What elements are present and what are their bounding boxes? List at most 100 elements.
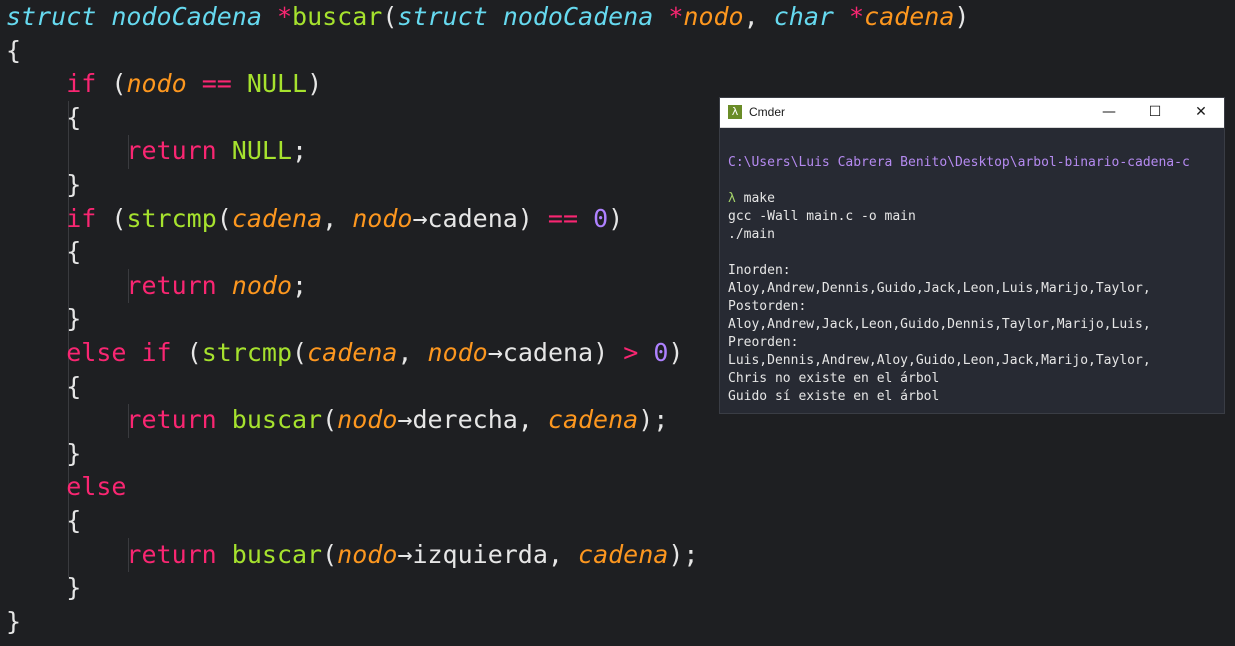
- code-token: 0: [593, 203, 609, 233]
- code-token: NULL: [246, 69, 308, 99]
- code-token: 0: [653, 338, 669, 367]
- code-token: {: [6, 371, 82, 401]
- window-title: Cmder: [749, 105, 786, 119]
- output-line: Luis,Dennis,Andrew,Aloy,Guido,Leon,Jack,…: [728, 353, 1151, 368]
- code-token: if: [141, 338, 172, 367]
- code-token: ,: [322, 203, 353, 233]
- code-line: }: [6, 571, 81, 605]
- code-token: {: [6, 102, 82, 132]
- code-token: struct: [6, 2, 97, 31]
- code-token: cadena: [307, 338, 398, 367]
- code-token: ): [954, 2, 970, 31]
- command-line: λ make: [728, 190, 1190, 208]
- code-token: return: [126, 270, 217, 300]
- code-line: {: [6, 235, 81, 269]
- output-line: Guido sí existe en el árbol: [728, 389, 940, 404]
- code-token: (: [216, 203, 232, 233]
- output-line: Postorden:: [728, 299, 807, 314]
- output-line: ./main: [728, 227, 775, 242]
- output-line: Inorden:: [728, 263, 791, 278]
- maximize-button[interactable]: ☐: [1132, 98, 1178, 127]
- code-line: if (strcmp(cadena, nodo→cadena) == 0): [6, 202, 623, 236]
- code-token: );: [668, 539, 699, 569]
- code-token: strcmp: [126, 203, 217, 233]
- code-token: else: [66, 338, 127, 367]
- code-token: else: [66, 472, 127, 502]
- code-token: }: [6, 573, 82, 603]
- close-button[interactable]: ✕: [1178, 98, 1224, 127]
- code-line: struct nodoCadena *buscar(struct nodoCad…: [6, 0, 969, 34]
- code-line: if (nodo == NULL): [6, 67, 322, 101]
- code-token: *: [668, 2, 684, 31]
- code-token: if: [66, 69, 97, 99]
- code-token: →cadena): [412, 203, 548, 233]
- code-token: ): [608, 203, 624, 233]
- code-token: {: [6, 237, 82, 267]
- code-token: →cadena): [487, 338, 624, 367]
- code-token: cadena: [231, 203, 323, 233]
- code-line: {: [6, 101, 81, 135]
- code-line: {: [6, 504, 81, 538]
- output-line: Aloy,Andrew,Jack,Leon,Guido,Dennis,Taylo…: [728, 317, 1151, 332]
- code-token: (: [322, 405, 338, 435]
- code-line: }: [6, 605, 21, 639]
- current-directory: C:\Users\Luis Cabrera Benito\Desktop\arb…: [728, 155, 1190, 170]
- prompt-symbol: λ: [728, 191, 736, 206]
- code-token: struct: [397, 2, 488, 31]
- code-token: ;: [292, 270, 308, 300]
- code-line: {: [6, 34, 21, 68]
- code-token: ): [668, 338, 684, 367]
- code-token: nodoCadena: [502, 2, 654, 31]
- code-token: cadena: [864, 2, 955, 31]
- code-token: }: [6, 606, 22, 636]
- terminal-window[interactable]: λ Cmder — ☐ ✕ C:\Users\Luis Cabrera Beni…: [720, 98, 1224, 413]
- code-token: {: [6, 35, 22, 65]
- terminal-titlebar[interactable]: λ Cmder — ☐ ✕: [720, 98, 1224, 128]
- code-line: }: [6, 168, 81, 202]
- code-token: nodo: [352, 203, 413, 233]
- minimize-button[interactable]: —: [1086, 98, 1132, 127]
- code-line: {: [6, 370, 81, 404]
- code-token: nodo: [126, 69, 187, 99]
- code-token: (: [96, 203, 127, 233]
- code-line: return buscar(nodo→derecha, cadena);: [6, 403, 668, 437]
- output-line: gcc -Wall main.c -o main: [728, 209, 916, 224]
- code-token: }: [6, 304, 82, 334]
- code-token: }: [6, 438, 82, 468]
- code-token: nodo: [231, 270, 293, 300]
- code-token: cadena: [578, 539, 669, 569]
- code-token: return: [126, 136, 217, 166]
- code-line: }: [6, 302, 81, 336]
- code-token: }: [6, 170, 82, 199]
- code-token: ;: [292, 136, 308, 166]
- code-token: *: [849, 2, 865, 31]
- code-token: strcmp: [201, 338, 293, 367]
- code-token: cadena: [547, 405, 639, 435]
- code-token: →derecha,: [397, 405, 548, 435]
- code-token: nodo: [337, 405, 398, 435]
- code-token: {: [6, 506, 82, 535]
- code-token: );: [638, 405, 669, 435]
- code-token: (: [292, 338, 308, 367]
- terminal-output[interactable]: C:\Users\Luis Cabrera Benito\Desktop\arb…: [728, 154, 1190, 406]
- code-token: *: [276, 2, 293, 31]
- code-token: nodo: [337, 539, 398, 569]
